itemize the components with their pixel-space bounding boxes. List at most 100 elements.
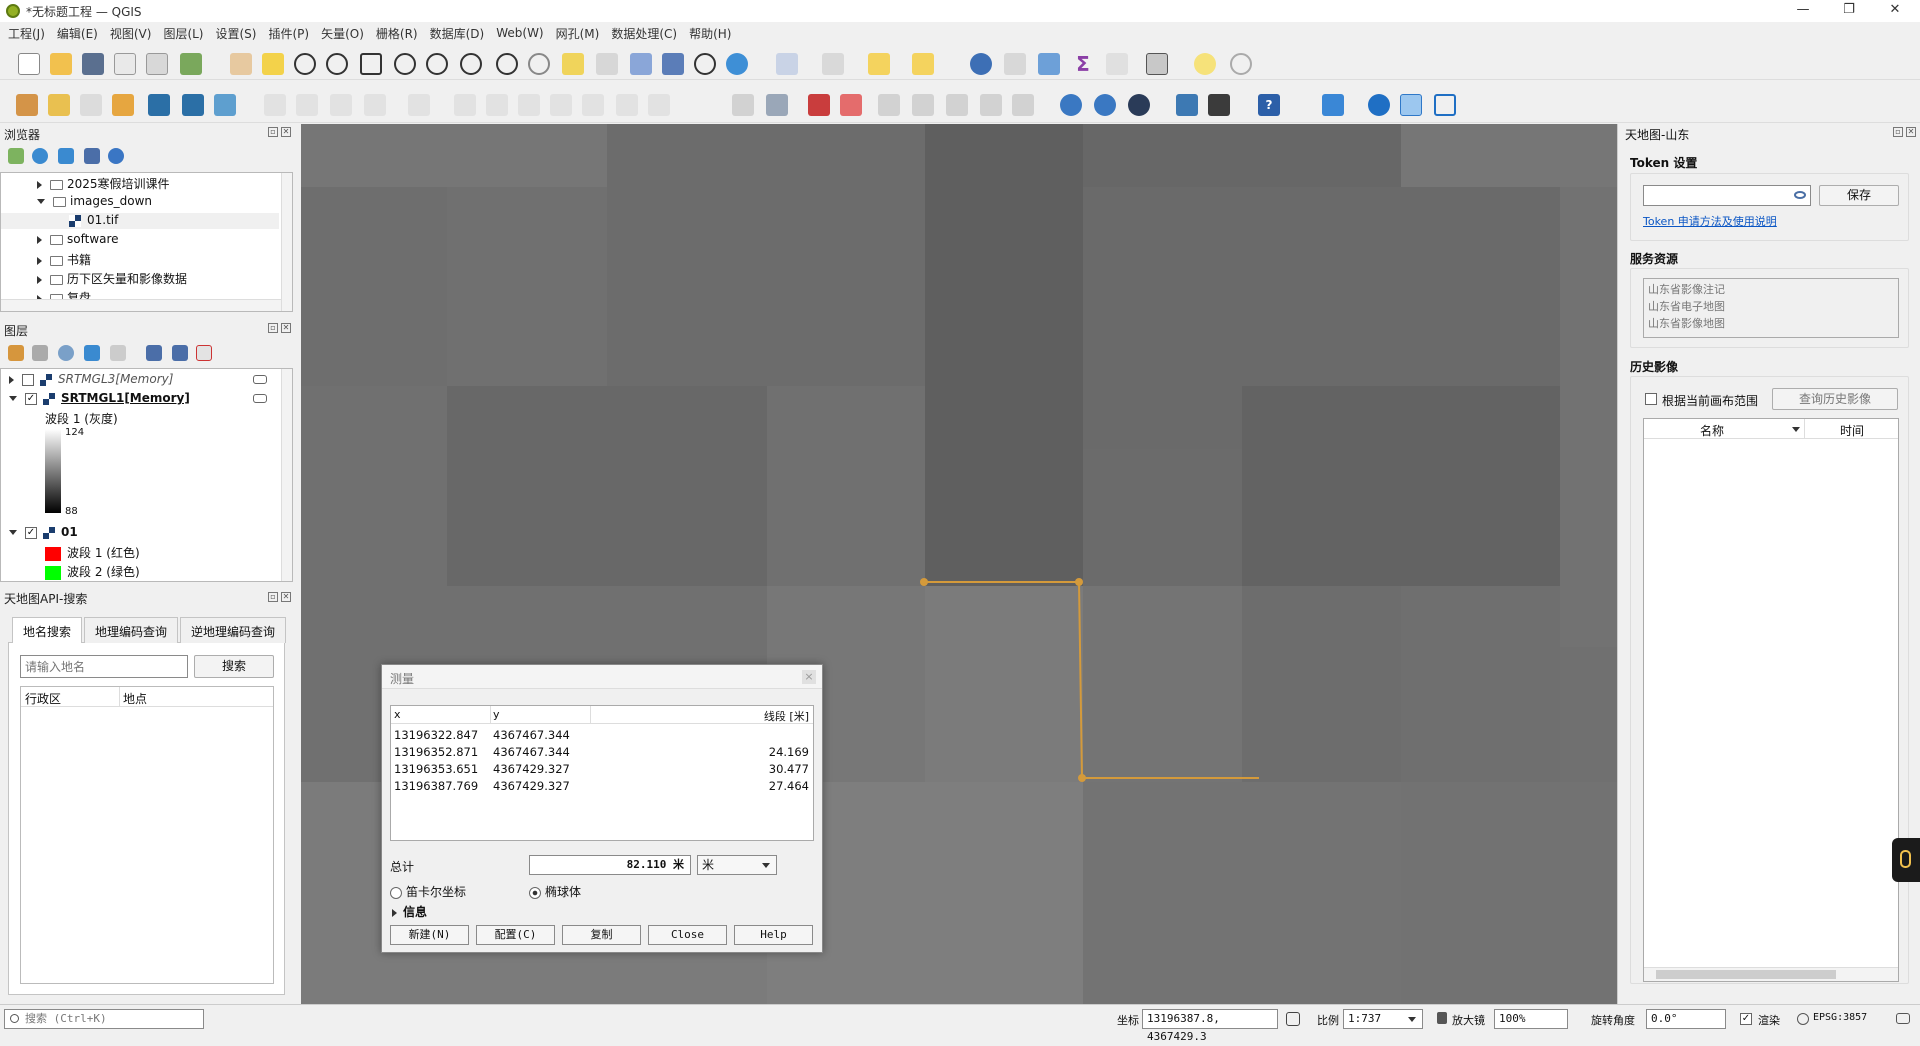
- tab-reverse-geocode[interactable]: 逆地理编码查询: [180, 617, 287, 643]
- menu-vector[interactable]: 矢量(O): [321, 25, 364, 42]
- tree-item-folder[interactable]: 书籍: [37, 251, 91, 267]
- menu-plugins[interactable]: 插件(P): [268, 25, 309, 42]
- measure-title-bar[interactable]: [382, 665, 822, 689]
- menu-help[interactable]: 帮助(H): [689, 25, 731, 42]
- token-input[interactable]: [1643, 185, 1811, 206]
- raster-layer-icon[interactable]: [182, 94, 204, 116]
- globe-tool-icon[interactable]: [1128, 94, 1150, 116]
- layout-manager-icon[interactable]: [146, 53, 168, 75]
- toggle-editing-icon[interactable]: [296, 94, 318, 116]
- messages-icon[interactable]: [1896, 1013, 1910, 1024]
- add-selected-icon[interactable]: [8, 148, 24, 164]
- minimize-button[interactable]: —: [1780, 0, 1826, 22]
- abc-label-icon[interactable]: [840, 94, 862, 116]
- menu-settings[interactable]: 设置(S): [216, 25, 257, 42]
- copy-features-icon[interactable]: [550, 94, 572, 116]
- browser-hscrollbar[interactable]: [1, 299, 281, 311]
- remove-layer-icon[interactable]: [196, 345, 212, 361]
- layer-checkbox[interactable]: ✓: [25, 526, 37, 539]
- vertex-point[interactable]: [1078, 774, 1086, 782]
- radio-unchecked-icon[interactable]: [390, 886, 402, 899]
- vertex-tool-icon[interactable]: [408, 94, 430, 116]
- filter-expression-icon[interactable]: [110, 345, 126, 361]
- zoom-next-icon[interactable]: [528, 53, 550, 75]
- save-token-button[interactable]: 保存: [1819, 185, 1899, 206]
- place-search-input[interactable]: [20, 655, 188, 678]
- pan-icon[interactable]: [230, 53, 252, 75]
- select-location-icon[interactable]: [912, 53, 934, 75]
- float-panel-icon[interactable]: ▫: [268, 592, 278, 602]
- field-calculator-icon[interactable]: [1106, 53, 1128, 75]
- edit-pencil-icon[interactable]: [264, 94, 286, 116]
- zoom-full-icon[interactable]: [360, 53, 382, 75]
- float-panel-icon[interactable]: ▫: [268, 323, 278, 333]
- save-edits-icon[interactable]: [330, 94, 352, 116]
- temporal-controller-icon[interactable]: [694, 53, 716, 75]
- total-value-field[interactable]: 82.110 米: [529, 855, 691, 875]
- tianditu-search-icon[interactable]: [1094, 94, 1116, 116]
- python-console-icon[interactable]: [1176, 94, 1198, 116]
- measure-close-icon[interactable]: ×: [802, 670, 816, 684]
- zoom-in-icon[interactable]: [294, 53, 316, 75]
- canvas-extent-checkbox[interactable]: [1645, 393, 1657, 405]
- tree-item-file[interactable]: 01.tif: [1, 213, 279, 229]
- undo-icon[interactable]: [616, 94, 638, 116]
- tree-item-folder[interactable]: images_down: [37, 194, 152, 210]
- data-source-manager-icon[interactable]: [16, 94, 38, 116]
- ellipsoid-option[interactable]: 椭球体: [529, 883, 581, 900]
- float-panel-icon[interactable]: ▫: [1893, 127, 1903, 137]
- layer-item[interactable]: ✓ 01: [9, 525, 78, 541]
- close-window-button[interactable]: ✕: [1872, 0, 1918, 22]
- pan-to-selection-icon[interactable]: [262, 53, 284, 75]
- eye-icon[interactable]: [1794, 191, 1806, 199]
- plugin-tool-icon[interactable]: [1208, 94, 1230, 116]
- layer-checkbox[interactable]: ✓: [25, 392, 37, 405]
- refresh-icon[interactable]: [726, 53, 748, 75]
- new-measure-button[interactable]: 新建(N): [390, 925, 469, 945]
- col-region-header[interactable]: 行政区: [25, 690, 61, 707]
- radio-checked-icon[interactable]: [529, 886, 541, 899]
- menu-raster[interactable]: 栅格(R): [376, 25, 418, 42]
- new-3d-view-icon[interactable]: [596, 53, 618, 75]
- map-tips-icon[interactable]: [1194, 53, 1216, 75]
- new-map-view-icon[interactable]: [562, 53, 584, 75]
- locator-search-input[interactable]: 搜索 (Ctrl+K): [4, 1009, 204, 1029]
- statistics-sigma-icon[interactable]: Σ: [1072, 53, 1094, 75]
- print-layout-icon[interactable]: [114, 53, 136, 75]
- style-manager-icon[interactable]: [180, 53, 202, 75]
- manage-themes-icon[interactable]: [58, 345, 74, 361]
- col-name-header[interactable]: 名称: [1700, 422, 1724, 439]
- new-geopackage-icon[interactable]: [48, 94, 70, 116]
- locator-icon[interactable]: [1230, 53, 1252, 75]
- menu-layer[interactable]: 图层(L): [163, 25, 203, 42]
- help-button[interactable]: Help: [734, 925, 813, 945]
- info-icon[interactable]: [108, 148, 124, 164]
- select-features-icon[interactable]: [776, 53, 798, 75]
- render-checkbox[interactable]: ✓: [1740, 1013, 1752, 1025]
- service-item[interactable]: 山东省影像地图: [1648, 315, 1894, 332]
- layer-item[interactable]: SRTMGL3[Memory]: [9, 372, 173, 388]
- rotate-label-icon[interactable]: [912, 94, 934, 116]
- redo-icon[interactable]: [648, 94, 670, 116]
- delete-selected-icon[interactable]: [486, 94, 508, 116]
- pin-labels-icon[interactable]: [766, 94, 788, 116]
- layer-item[interactable]: ✓ SRTMGL1[Memory]: [9, 391, 190, 407]
- new-project-icon[interactable]: [18, 53, 40, 75]
- search-button[interactable]: 搜索: [194, 655, 274, 678]
- sort-down-icon[interactable]: [1792, 427, 1800, 432]
- layer-checkbox[interactable]: [22, 373, 34, 386]
- layers-scrollbar[interactable]: [281, 369, 292, 581]
- cartesian-option[interactable]: 笛卡尔坐标: [390, 883, 466, 900]
- save-project-icon[interactable]: [82, 53, 104, 75]
- zoom-native-icon[interactable]: [460, 53, 482, 75]
- identify-icon[interactable]: [970, 53, 992, 75]
- tree-item-folder[interactable]: 2025寒假培训课件: [37, 175, 170, 191]
- select-by-value-icon[interactable]: [822, 53, 844, 75]
- close-panel-icon[interactable]: ✕: [281, 127, 291, 137]
- lock-icon[interactable]: [1437, 1012, 1447, 1024]
- zoom-selection-icon[interactable]: [394, 53, 416, 75]
- close-panel-icon[interactable]: ✕: [1906, 127, 1916, 137]
- settings-gear-icon[interactable]: [1038, 53, 1060, 75]
- tree-item-folder[interactable]: 历下区矢量和影像数据: [37, 270, 187, 286]
- tree-item-folder[interactable]: software: [37, 232, 119, 248]
